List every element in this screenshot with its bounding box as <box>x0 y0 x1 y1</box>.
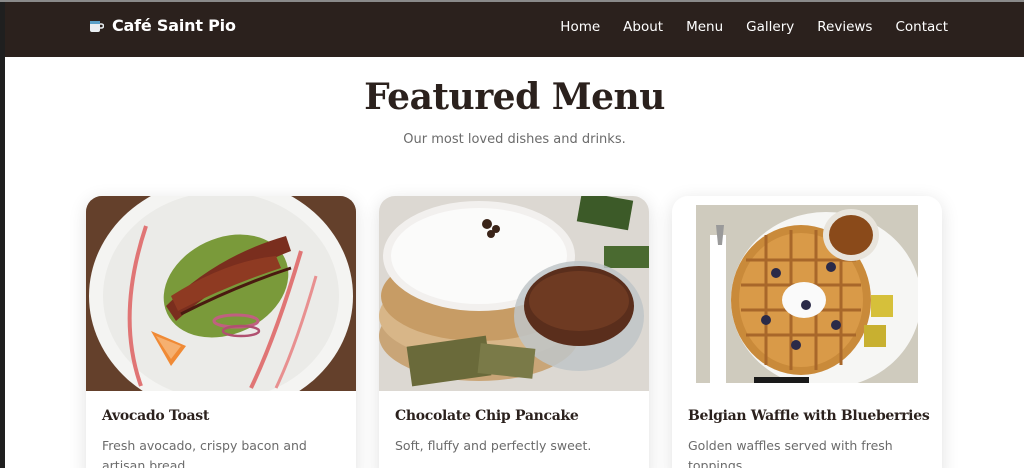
nav-reviews[interactable]: Reviews <box>817 19 872 35</box>
nav-menu[interactable]: Menu <box>686 19 723 35</box>
card-description: Golden waffles served with fresh topping… <box>688 438 893 468</box>
card-description: Soft, fluffy and perfectly sweet. <box>395 438 592 453</box>
nav-home[interactable]: Home <box>560 19 600 35</box>
site-header: Café Saint Pio Home About Menu Gallery R… <box>5 0 1024 57</box>
menu-card[interactable]: Chocolate Chip Pancake Soft, fluffy and … <box>379 196 649 468</box>
waffle-photo <box>696 205 918 383</box>
nav-gallery[interactable]: Gallery <box>746 19 794 35</box>
brand-name: Café Saint Pio <box>112 16 236 35</box>
nav-about[interactable]: About <box>623 19 663 35</box>
page-title: Featured Menu <box>364 76 665 118</box>
card-title: Chocolate Chip Pancake <box>395 408 579 424</box>
page: Café Saint Pio Home About Menu Gallery R… <box>5 0 1024 468</box>
avocado-toast-photo <box>86 196 356 391</box>
menu-card[interactable]: Avocado Toast Fresh avocado, crispy baco… <box>86 196 356 468</box>
main-nav: Home About Menu Gallery Reviews Contact <box>560 19 948 35</box>
brand-link[interactable]: Café Saint Pio <box>88 16 236 35</box>
card-title: Belgian Waffle with Blueberries <box>688 408 930 424</box>
menu-card[interactable]: Belgian Waffle with Blueberries Golden w… <box>672 196 942 468</box>
nav-contact[interactable]: Contact <box>895 19 948 35</box>
coffee-cup-icon <box>88 17 105 35</box>
card-title: Avocado Toast <box>102 408 210 424</box>
pancake-photo <box>379 196 649 391</box>
page-subtitle: Our most loved dishes and drinks. <box>403 132 626 147</box>
window-edge <box>0 0 1024 2</box>
card-description: Fresh avocado, crispy bacon and artisan … <box>102 438 307 468</box>
